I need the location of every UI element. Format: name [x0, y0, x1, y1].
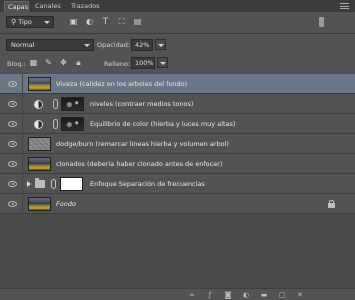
filter-type-icon[interactable]: T — [100, 16, 111, 27]
opacity-input[interactable]: 42% — [131, 39, 153, 51]
filter-type-label: Tipo — [18, 18, 32, 26]
adjustment-layer-icon — [34, 100, 43, 109]
group-mask-thumbnail — [60, 177, 83, 191]
lock-transparency-icon[interactable]: ▦ — [28, 57, 39, 68]
divider — [22, 134, 23, 154]
fill-slider-button[interactable] — [157, 57, 168, 68]
visibility-eye-icon[interactable] — [8, 201, 17, 207]
visibility-eye-icon[interactable] — [8, 101, 17, 107]
tab-canales[interactable]: Canales — [35, 1, 61, 12]
divider — [22, 174, 23, 194]
divider — [22, 94, 23, 114]
visibility-eye-icon[interactable] — [8, 181, 17, 187]
link-chain-icon[interactable] — [53, 119, 58, 129]
lock-label: Bloq.: — [7, 60, 26, 68]
layer-name: Fondo — [56, 200, 76, 208]
layer-mask-thumbnail — [61, 117, 84, 131]
divider — [22, 154, 23, 174]
visibility-eye-icon[interactable] — [8, 81, 17, 87]
layer-row-viveza[interactable]: Viveza (calidez en los arboles del fondo… — [0, 74, 355, 94]
layer-name: Viveza (calidez en los arboles del fondo… — [56, 80, 188, 88]
layer-thumbnail — [28, 197, 51, 211]
filter-adjustment-icon[interactable]: ◐ — [84, 16, 95, 27]
lock-position-icon[interactable]: ✥ — [58, 57, 69, 68]
filter-type-dropdown[interactable]: ⚲ Tipo — [6, 16, 54, 28]
opacity-slider-button[interactable] — [155, 39, 166, 50]
link-chain-icon[interactable] — [53, 99, 58, 109]
visibility-eye-icon[interactable] — [8, 121, 17, 127]
divider — [22, 114, 23, 134]
tab-trazados[interactable]: Trazados — [71, 1, 100, 12]
layer-name: dodge/burn (remarcar lineas hierba y vol… — [56, 140, 229, 148]
fill-label: Relleno: — [104, 60, 131, 68]
layer-row-clonados[interactable]: clonados (deberia haber clonado antes de… — [0, 154, 355, 174]
lock-all-icon[interactable]: 🔒︎ — [73, 57, 84, 68]
panel-menu-icon[interactable] — [340, 3, 349, 9]
layer-mask-thumbnail — [61, 97, 84, 111]
layers-panel: Capas Canales Trazados ⚲ Tipo ▣ ◐ T ⛶ ▤ … — [0, 0, 355, 300]
folder-icon — [35, 178, 45, 188]
chevron-down-icon — [84, 44, 90, 47]
layer-name: Enfoque Separación de frecuencias — [90, 180, 205, 188]
delete-layer-icon[interactable]: ✕ — [296, 291, 304, 299]
layer-thumbnail — [28, 77, 51, 91]
add-mask-icon[interactable]: ◙ — [224, 291, 232, 299]
layer-row-dodge-burn[interactable]: dodge/burn (remarcar lineas hierba y vol… — [0, 134, 355, 154]
divider — [0, 33, 355, 34]
opacity-label: Opacidad: — [97, 41, 131, 49]
layer-name: niveles (contraer medios tonos) — [90, 100, 194, 108]
lock-brush-icon[interactable]: ✎ — [43, 57, 54, 68]
link-layers-icon[interactable]: ∞ — [188, 291, 196, 299]
layer-row-fondo[interactable]: Fondo — [0, 194, 355, 214]
filter-pixel-icon[interactable]: ▣ — [68, 16, 79, 27]
divider — [22, 194, 23, 214]
filter-shape-icon[interactable]: ⛶ — [116, 16, 127, 27]
layer-name: Equilibrio de color (hierba y luces muy … — [90, 120, 236, 128]
tab-capas[interactable]: Capas — [4, 1, 29, 12]
lock-icon — [328, 200, 335, 208]
layer-thumbnail — [28, 137, 51, 151]
new-layer-icon[interactable]: ▢ — [278, 291, 286, 299]
blend-mode-dropdown[interactable]: Normal — [6, 39, 94, 51]
disclosure-triangle-icon[interactable] — [27, 181, 31, 187]
panel-tab-strip: Capas Canales Trazados — [0, 0, 355, 12]
layer-thumbnail — [28, 157, 51, 171]
fill-input[interactable]: 100% — [131, 57, 155, 69]
new-adjustment-icon[interactable]: ◐ — [242, 291, 250, 299]
layer-row-enfoque-group[interactable]: Enfoque Separación de frecuencias — [0, 174, 355, 194]
layer-row-equilibrio[interactable]: Equilibrio de color (hierba y luces muy … — [0, 114, 355, 134]
layer-style-icon[interactable]: ƒ — [206, 291, 214, 299]
search-icon: ⚲ — [11, 18, 17, 26]
divider — [22, 74, 23, 94]
layer-list: Viveza (calidez en los arboles del fondo… — [0, 74, 355, 288]
layer-name: clonados (deberia haber clonado antes de… — [56, 160, 223, 168]
chevron-down-icon — [44, 21, 50, 24]
layers-bottom-toolbar: ∞ ƒ ◙ ◐ ▬ ▢ ✕ — [0, 288, 355, 300]
visibility-eye-icon[interactable] — [8, 161, 17, 167]
link-chain-icon[interactable] — [51, 179, 56, 189]
new-group-icon[interactable]: ▬ — [260, 291, 268, 299]
filter-toggle-switch[interactable] — [319, 17, 324, 27]
layer-row-niveles[interactable]: niveles (contraer medios tonos) — [0, 94, 355, 114]
visibility-eye-icon[interactable] — [8, 141, 17, 147]
filter-smart-object-icon[interactable]: ▤ — [132, 16, 143, 27]
blend-mode-value: Normal — [11, 41, 35, 49]
adjustment-layer-icon — [34, 120, 43, 129]
